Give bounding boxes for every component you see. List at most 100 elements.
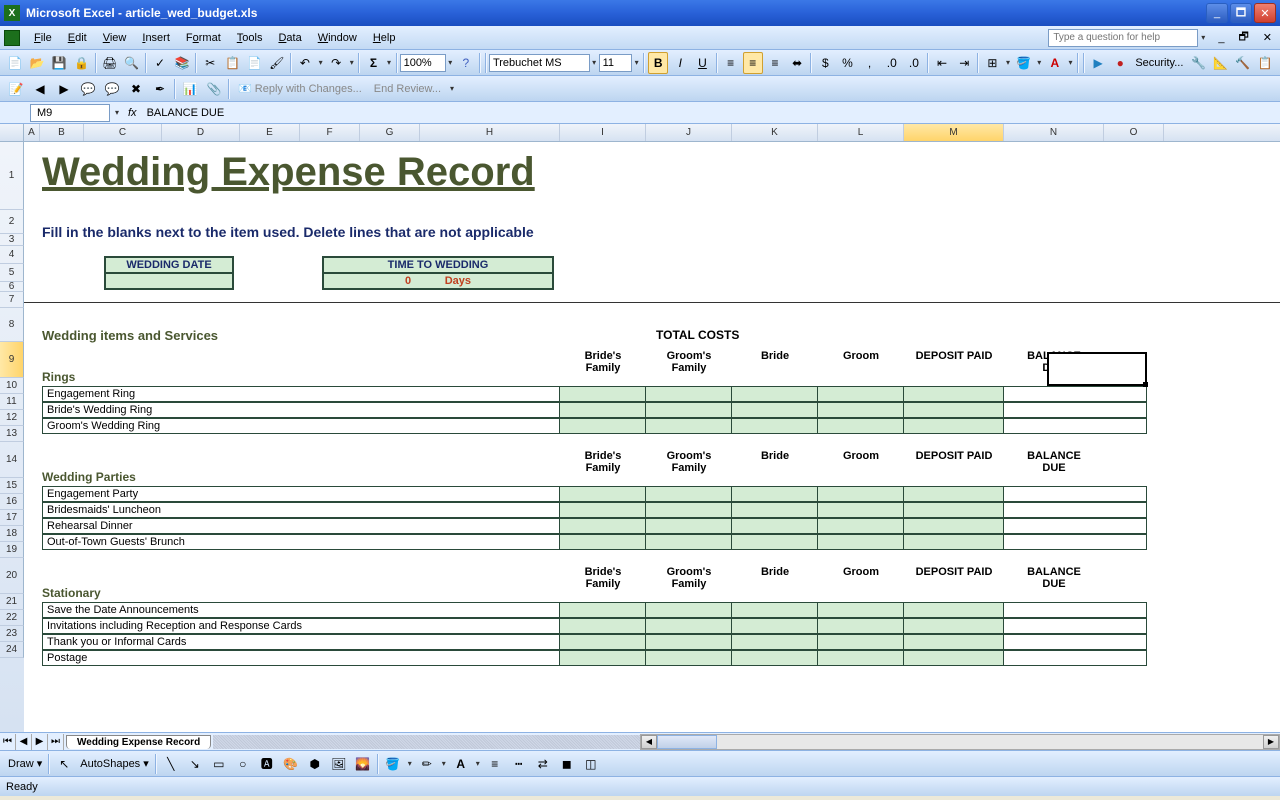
menu-insert[interactable]: Insert bbox=[134, 30, 178, 46]
menu-view[interactable]: View bbox=[95, 30, 135, 46]
fill-color-button[interactable]: 🪣 bbox=[1014, 52, 1034, 74]
minimize-button[interactable]: _ bbox=[1206, 3, 1228, 23]
row-header-8[interactable]: 8 bbox=[0, 308, 24, 342]
row-header-16[interactable]: 16 bbox=[0, 494, 24, 510]
autoshapes-menu[interactable]: AutoShapes ▾ bbox=[76, 757, 153, 770]
col-header-I[interactable]: I bbox=[560, 124, 646, 141]
selected-cell[interactable] bbox=[1047, 352, 1147, 386]
item-row[interactable]: Bridesmaids' Luncheon bbox=[42, 502, 1147, 518]
row-header-7[interactable]: 7 bbox=[0, 292, 24, 308]
item-cell[interactable] bbox=[560, 487, 646, 501]
item-cell[interactable] bbox=[646, 503, 732, 517]
item-cell[interactable] bbox=[818, 635, 904, 649]
item-cell[interactable] bbox=[732, 387, 818, 401]
item-cell[interactable] bbox=[560, 603, 646, 617]
item-row[interactable]: Save the Date Announcements bbox=[42, 602, 1147, 618]
item-cell[interactable] bbox=[646, 487, 732, 501]
item-cell[interactable] bbox=[560, 503, 646, 517]
item-cell[interactable] bbox=[646, 387, 732, 401]
tab-next-button[interactable]: ▶ bbox=[32, 734, 48, 750]
prev-comment-button[interactable]: ◀ bbox=[29, 78, 51, 100]
menu-data[interactable]: Data bbox=[270, 30, 309, 46]
row-header-21[interactable]: 21 bbox=[0, 594, 24, 610]
item-row[interactable]: Rehearsal Dinner bbox=[42, 518, 1147, 534]
col-header-N[interactable]: N bbox=[1004, 124, 1104, 141]
item-cell[interactable] bbox=[1004, 403, 1104, 417]
name-box[interactable]: M9 bbox=[30, 104, 110, 122]
fontcolor-dropdown[interactable]: ▾ bbox=[1066, 58, 1075, 67]
item-cell[interactable] bbox=[560, 419, 646, 433]
item-row[interactable]: Out-of-Town Guests' Brunch bbox=[42, 534, 1147, 550]
item-cell[interactable] bbox=[904, 635, 1004, 649]
align-right-button[interactable]: ≡ bbox=[765, 52, 785, 74]
font-dropdown[interactable]: ▾ bbox=[590, 58, 599, 67]
row-header-3[interactable]: 3 bbox=[0, 234, 24, 246]
save-button[interactable]: 💾 bbox=[49, 52, 69, 74]
row-header-5[interactable]: 5 bbox=[0, 264, 24, 282]
font-select[interactable]: Trebuchet MS bbox=[489, 54, 590, 72]
menu-format[interactable]: Format bbox=[178, 30, 229, 46]
item-cell[interactable] bbox=[560, 519, 646, 533]
autosum-dropdown[interactable]: ▾ bbox=[385, 58, 394, 67]
increase-indent-button[interactable]: ⇥ bbox=[954, 52, 974, 74]
item-cell[interactable] bbox=[732, 535, 818, 549]
arrow-style-button[interactable]: ⇄ bbox=[532, 753, 554, 775]
row-header-24[interactable]: 24 bbox=[0, 642, 24, 658]
item-cell[interactable] bbox=[818, 387, 904, 401]
font-color-draw-button[interactable]: A bbox=[450, 753, 472, 775]
menu-tools[interactable]: Tools bbox=[229, 30, 271, 46]
col-header-D[interactable]: D bbox=[162, 124, 240, 141]
menu-file[interactable]: File bbox=[26, 30, 60, 46]
line-color-button[interactable]: ✏ bbox=[416, 753, 438, 775]
paste-button[interactable]: 📄 bbox=[245, 52, 265, 74]
item-row[interactable]: Engagement Ring bbox=[42, 386, 1147, 402]
row-header-18[interactable]: 18 bbox=[0, 526, 24, 542]
item-cell[interactable] bbox=[560, 651, 646, 665]
formula-input[interactable]: BALANCE DUE bbox=[143, 107, 1280, 119]
diagram-button[interactable]: ⬢ bbox=[304, 753, 326, 775]
item-cell[interactable] bbox=[732, 519, 818, 533]
item-cell[interactable] bbox=[904, 387, 1004, 401]
row-header-2[interactable]: 2 bbox=[0, 210, 24, 234]
item-cell[interactable] bbox=[732, 419, 818, 433]
item-cell[interactable] bbox=[818, 651, 904, 665]
item-cell[interactable] bbox=[646, 535, 732, 549]
item-cell[interactable] bbox=[818, 535, 904, 549]
fill-color-draw-button[interactable]: 🪣 bbox=[382, 753, 404, 775]
item-cell[interactable] bbox=[560, 403, 646, 417]
item-cell[interactable] bbox=[1004, 651, 1104, 665]
item-cell[interactable] bbox=[818, 619, 904, 633]
col-header-E[interactable]: E bbox=[240, 124, 300, 141]
item-cell[interactable] bbox=[732, 603, 818, 617]
autosum-button[interactable]: Σ bbox=[363, 52, 383, 74]
item-cell[interactable] bbox=[1004, 419, 1104, 433]
ink-button[interactable]: ✒ bbox=[149, 78, 171, 100]
row-header-19[interactable]: 19 bbox=[0, 542, 24, 558]
col-header-B[interactable]: B bbox=[40, 124, 84, 141]
horizontal-scrollbar[interactable]: ◀ ▶ bbox=[640, 734, 1280, 750]
design-mode-button[interactable]: 📐 bbox=[1211, 52, 1231, 74]
oval-button[interactable]: ○ bbox=[232, 753, 254, 775]
cells-area[interactable]: Wedding Expense Record Fill in the blank… bbox=[24, 142, 1280, 732]
item-cell[interactable] bbox=[904, 487, 1004, 501]
shadow-button[interactable]: ◼ bbox=[556, 753, 578, 775]
col-header-L[interactable]: L bbox=[818, 124, 904, 141]
attach-button[interactable]: 📎 bbox=[203, 78, 225, 100]
merge-center-button[interactable]: ⬌ bbox=[787, 52, 807, 74]
item-cell[interactable] bbox=[560, 635, 646, 649]
new-button[interactable]: 📄 bbox=[5, 52, 25, 74]
decrease-decimal-button[interactable]: .0 bbox=[904, 52, 924, 74]
select-objects-button[interactable]: ↖ bbox=[53, 753, 75, 775]
wordart-button[interactable]: 🎨 bbox=[280, 753, 302, 775]
tab-first-button[interactable]: ⏮ bbox=[0, 734, 16, 750]
zoom-dropdown[interactable]: ▾ bbox=[446, 58, 455, 67]
item-cell[interactable] bbox=[560, 387, 646, 401]
item-row[interactable]: Invitations including Reception and Resp… bbox=[42, 618, 1147, 634]
item-cell[interactable] bbox=[646, 603, 732, 617]
control-toolbox-button[interactable]: 🔨 bbox=[1233, 52, 1253, 74]
macro-record-button[interactable]: ● bbox=[1110, 52, 1130, 74]
line-style-button[interactable]: ≡ bbox=[484, 753, 506, 775]
font-draw-dropdown[interactable]: ▾ bbox=[473, 759, 483, 768]
help-search-input[interactable] bbox=[1048, 29, 1198, 47]
row-header-23[interactable]: 23 bbox=[0, 626, 24, 642]
